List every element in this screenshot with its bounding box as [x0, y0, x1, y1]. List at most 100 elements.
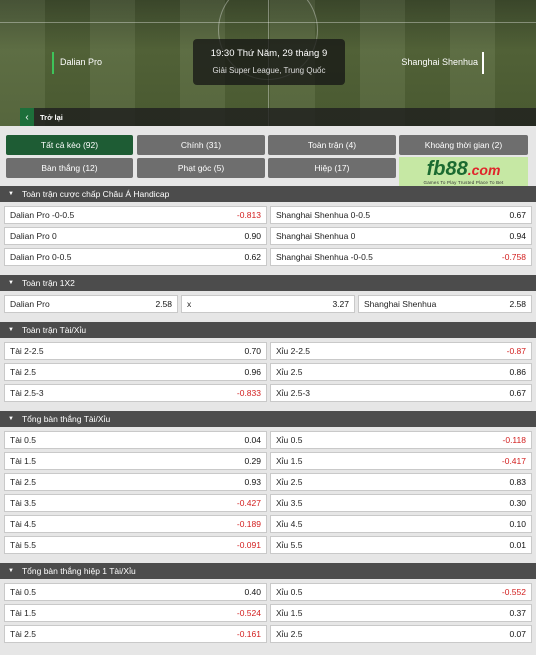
away-team-name: Shanghai Shenhua: [401, 57, 478, 67]
odds-label: Xỉu 2.5: [276, 367, 303, 377]
odds-value: -0.118: [502, 435, 526, 445]
odds-label: Tài 4.5: [10, 519, 36, 529]
odds-value: 0.93: [244, 477, 261, 487]
odds-cell[interactable]: Xỉu 0.5 -0.552: [270, 583, 532, 601]
odds-label: Xỉu 2.5-3: [276, 388, 311, 398]
odds-label: Xỉu 1.5: [276, 456, 303, 466]
odds-cell[interactable]: Xỉu 0.5 -0.118: [270, 431, 532, 449]
match-datetime: 19:30 Thứ Năm, 29 tháng 9: [210, 48, 328, 59]
odds-cell[interactable]: x 3.27: [181, 295, 355, 313]
collapse-triangle-icon: ▼: [8, 568, 14, 574]
odds-value: -0.427: [236, 498, 261, 508]
odds-cell[interactable]: Tài 1.5 0.29: [4, 452, 267, 470]
odds-cell[interactable]: Tài 2.5-3 -0.833: [4, 384, 267, 402]
odds-label: Dalian Pro: [10, 299, 50, 309]
tab-corners[interactable]: Phạt góc (5): [137, 158, 265, 178]
odds-label: Tài 0.5: [10, 435, 36, 445]
odds-cell[interactable]: Xỉu 2.5 0.07: [270, 625, 532, 643]
odds-value: 0.10: [509, 519, 526, 529]
odds-value: 0.67: [509, 210, 526, 220]
odds-cell[interactable]: Shanghai Shenhua -0-0.5 -0.758: [270, 248, 532, 266]
section-header[interactable]: ▼ Toàn trận Tài/Xỉu: [0, 322, 536, 338]
odds-cell[interactable]: Dalian Pro 2.58: [4, 295, 178, 313]
odds-label: x: [187, 299, 192, 309]
odds-cell[interactable]: Tài 4.5 -0.189: [4, 515, 267, 533]
odds-cell[interactable]: Tài 3.5 -0.427: [4, 494, 267, 512]
odds-value: 2.58: [155, 299, 172, 309]
odds-label: Tài 5.5: [10, 540, 36, 550]
odds-value: 0.94: [509, 231, 526, 241]
odds-cell[interactable]: Xỉu 2.5-3 0.67: [270, 384, 532, 402]
odds-value: 0.29: [244, 456, 261, 466]
odds-label: Tài 2-2.5: [10, 346, 44, 356]
odds-label: Xỉu 2.5: [276, 477, 303, 487]
odds-cell[interactable]: Xỉu 1.5 0.37: [270, 604, 532, 622]
back-label[interactable]: Trở lại: [40, 113, 63, 122]
tab-main[interactable]: Chính (31): [137, 135, 265, 155]
odds-label: Tài 2.5-3: [10, 388, 44, 398]
odds-cell[interactable]: Xỉu 2-2.5 -0.87: [270, 342, 532, 360]
odds-label: Tài 3.5: [10, 498, 36, 508]
odds-value: -0.189: [236, 519, 261, 529]
odds-cell[interactable]: Dalian Pro 0-0.5 0.62: [4, 248, 267, 266]
section-header[interactable]: ▼ Toàn trận 1X2: [0, 275, 536, 291]
odds-label: Tài 1.5: [10, 608, 36, 618]
collapse-triangle-icon: ▼: [8, 416, 14, 422]
odds-label: Shanghai Shenhua -0-0.5: [276, 252, 373, 262]
collapse-triangle-icon: ▼: [8, 191, 14, 197]
odds-label: Xỉu 5.5: [276, 540, 303, 550]
odds-label: Tài 1.5: [10, 456, 36, 466]
odds-cell[interactable]: Xỉu 4.5 0.10: [270, 515, 532, 533]
home-team-name: Dalian Pro: [60, 57, 103, 67]
odds-label: Tài 0.5: [10, 587, 36, 597]
odds-cell[interactable]: Xỉu 2.5 0.86: [270, 363, 532, 381]
section-title: Toàn trận 1X2: [21, 278, 75, 288]
odds-value: 0.86: [509, 367, 526, 377]
odds-cell[interactable]: Dalian Pro -0-0.5 -0.813: [4, 206, 267, 224]
collapse-triangle-icon: ▼: [8, 280, 14, 286]
odds-cell[interactable]: Tài 0.5 0.04: [4, 431, 267, 449]
odds-label: Tài 2.5: [10, 367, 36, 377]
odds-value: -0.813: [236, 210, 261, 220]
fb88-tagline: Games To Play Trusted Place To Bet: [423, 180, 504, 185]
odds-value: -0.417: [501, 456, 526, 466]
odds-cell[interactable]: Xỉu 2.5 0.83: [270, 473, 532, 491]
odds-cell[interactable]: Tài 5.5 -0.091: [4, 536, 267, 554]
tab-all[interactable]: Tất cả kèo (92): [6, 135, 133, 155]
odds-cell[interactable]: Tài 1.5 -0.524: [4, 604, 267, 622]
odds-cell[interactable]: Tài 0.5 0.40: [4, 583, 267, 601]
odds-cell[interactable]: Tài 2-2.5 0.70: [4, 342, 267, 360]
odds-cell[interactable]: Tài 2.5 0.96: [4, 363, 267, 381]
odds-cell[interactable]: Shanghai Shenhua 0-0.5 0.67: [270, 206, 532, 224]
odds-value: 0.37: [509, 608, 526, 618]
section-header[interactable]: ▼ Tổng bàn thắng Tài/Xỉu: [0, 411, 536, 427]
tab-halves[interactable]: Hiệp (17): [268, 158, 396, 178]
odds-cell[interactable]: Xỉu 3.5 0.30: [270, 494, 532, 512]
odds-label: Shanghai Shenhua: [364, 299, 437, 309]
odds-cell[interactable]: Tài 2.5 -0.161: [4, 625, 267, 643]
section-header[interactable]: ▼ Toàn trận cược chấp Châu Á Handicap: [0, 186, 536, 202]
odds-cell[interactable]: Tài 2.5 0.93: [4, 473, 267, 491]
odds-value: 2.58: [509, 299, 526, 309]
odds-cell[interactable]: Xỉu 1.5 -0.417: [270, 452, 532, 470]
odds-cell[interactable]: Shanghai Shenhua 2.58: [358, 295, 532, 313]
odds-cell[interactable]: Shanghai Shenhua 0 0.94: [270, 227, 532, 245]
odds-value: 0.67: [509, 388, 526, 398]
tab-full-match[interactable]: Toàn trận (4): [268, 135, 396, 155]
odds-value: 0.90: [244, 231, 261, 241]
away-team-marker: [482, 52, 484, 74]
odds-label: Dalian Pro 0-0.5: [10, 252, 72, 262]
odds-value: 0.62: [244, 252, 261, 262]
back-button[interactable]: ‹: [20, 108, 34, 126]
tab-goals[interactable]: Bàn thắng (12): [6, 158, 133, 178]
odds-value: -0.524: [236, 608, 261, 618]
fb88-banner[interactable]: fb88.com Games To Play Trusted Place To …: [399, 157, 528, 187]
tab-time-period[interactable]: Khoảng thời gian (2): [399, 135, 528, 155]
odds-label: Xỉu 2-2.5: [276, 346, 311, 356]
odds-cell[interactable]: Dalian Pro 0 0.90: [4, 227, 267, 245]
odds-value: 0.70: [244, 346, 261, 356]
odds-cell[interactable]: Xỉu 5.5 0.01: [270, 536, 532, 554]
odds-value: 0.01: [509, 540, 526, 550]
section-header[interactable]: ▼ Tổng bàn thắng hiệp 1 Tài/Xỉu: [0, 563, 536, 579]
odds-value: -0.758: [501, 252, 526, 262]
